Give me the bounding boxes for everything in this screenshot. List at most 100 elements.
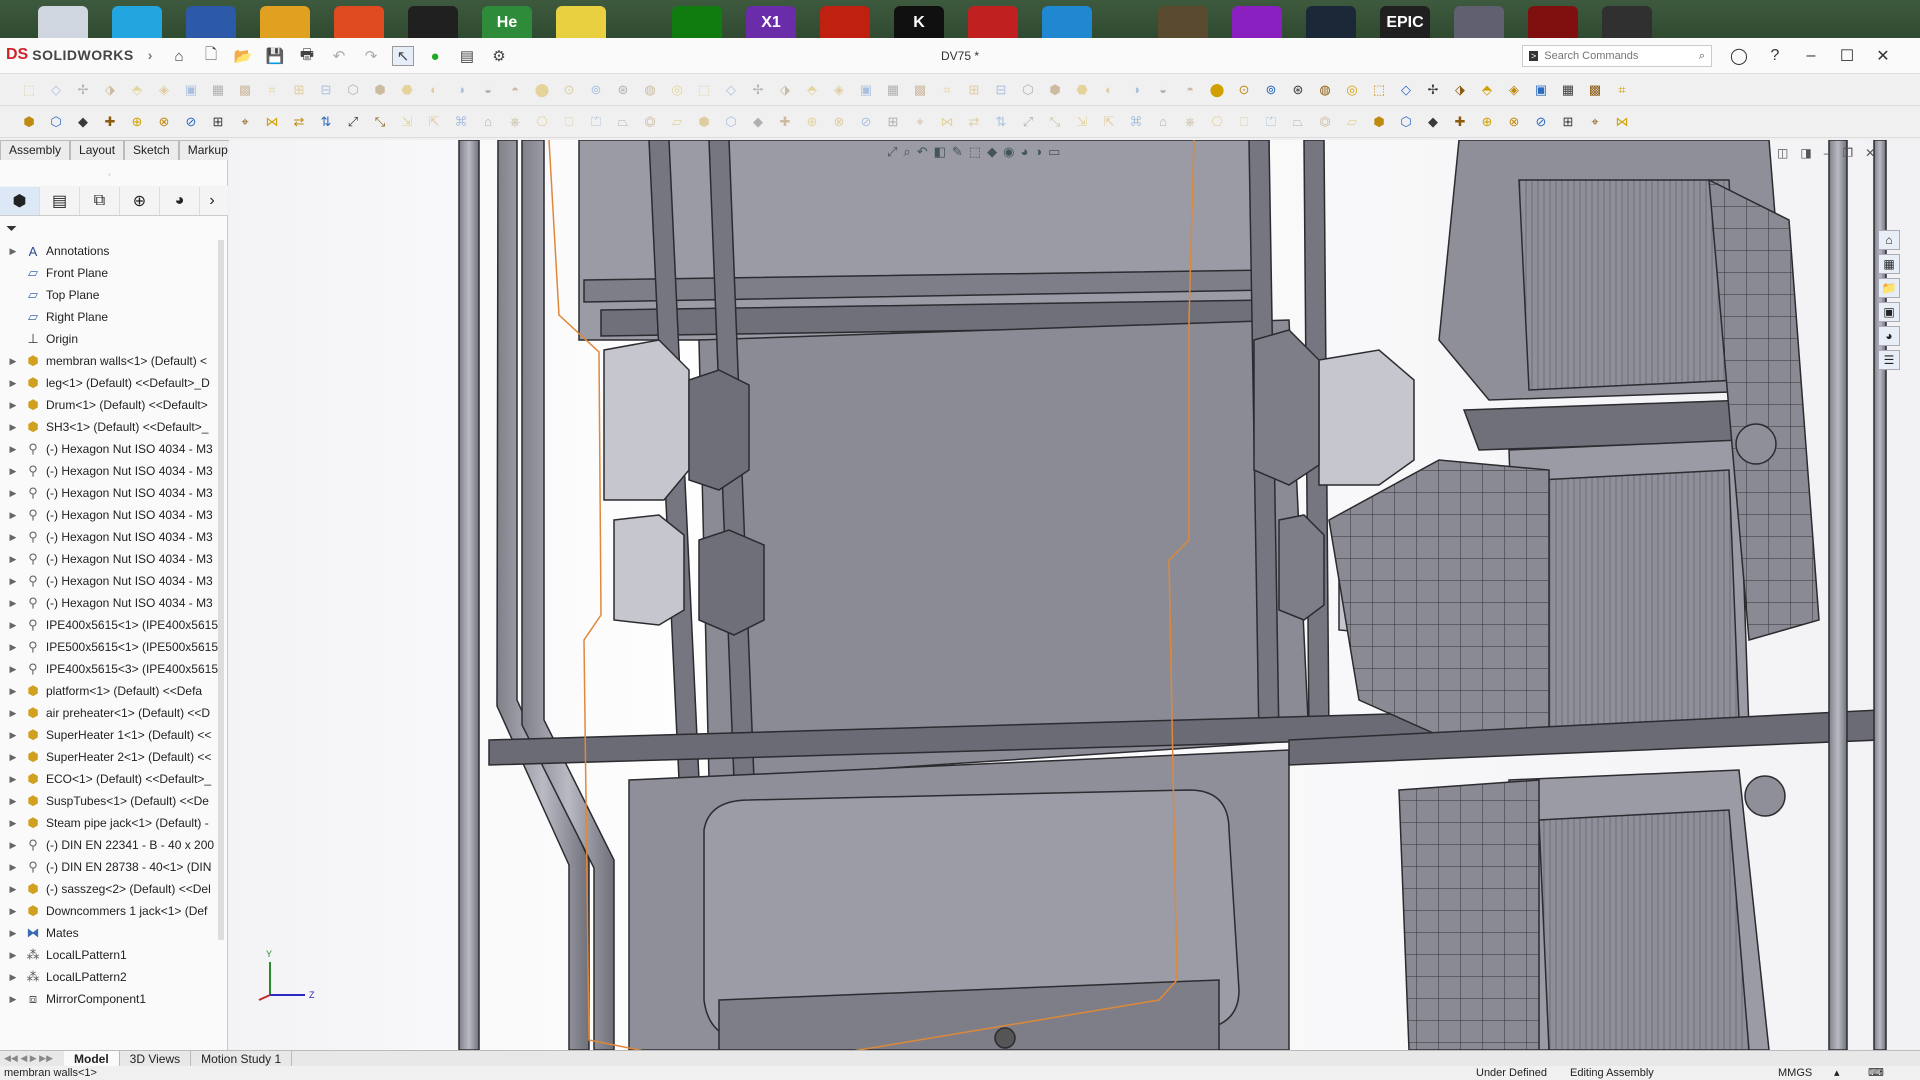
expand-arrow-icon[interactable]: ▶: [6, 730, 20, 741]
tab-layout[interactable]: Layout: [70, 140, 125, 160]
tree-node[interactable]: ▶ ⧈ MirrorComponent1: [0, 988, 222, 1010]
new-document-icon[interactable]: 🗋: [200, 46, 222, 66]
xbox-app-icon[interactable]: [672, 6, 722, 38]
he-app-icon[interactable]: He: [482, 6, 532, 38]
tree-node[interactable]: ▶ ⚲ IPE400x5615<1> (IPE400x5615): [0, 614, 223, 636]
solidworks-logo[interactable]: DS SOLIDWORKS ›: [6, 46, 152, 64]
expand-arrow-icon[interactable]: ▶: [6, 884, 20, 895]
tree-node[interactable]: ▶ ⬢ SH3<1> (Default) <<Default>_: [0, 416, 222, 438]
game-thumb-icon[interactable]: [1158, 6, 1208, 38]
expand-arrow-icon[interactable]: ▶: [6, 576, 20, 587]
floppy-app-icon[interactable]: [186, 6, 236, 38]
account-icon[interactable]: ◯: [1724, 44, 1754, 68]
tab-scroll-arrows[interactable]: ◀◀ ◀ ▶ ▶▶: [0, 1053, 64, 1064]
row2-tool-32-icon[interactable]: ⊘: [855, 111, 877, 133]
expand-arrow-icon[interactable]: ▶: [6, 752, 20, 763]
row2-tool-7-icon[interactable]: ⊘: [180, 111, 202, 133]
row2-tool-58-icon[interactable]: ⊞: [1557, 111, 1579, 133]
row1-tool-50-icon[interactable]: ◎: [1341, 79, 1363, 101]
row2-tool-13-icon[interactable]: ⤢: [342, 111, 364, 133]
game2-thumb-icon[interactable]: [1454, 6, 1504, 38]
row1-tool-10-icon[interactable]: ⌗: [261, 79, 283, 101]
tree-node[interactable]: ▱ Top Plane: [0, 284, 222, 306]
tree-node[interactable]: ▶ ⚲ (-) Hexagon Nut ISO 4034 - M3: [0, 460, 222, 482]
row2-tool-29-icon[interactable]: ✚: [774, 111, 796, 133]
tree-node[interactable]: ▱ Front Plane: [0, 262, 222, 284]
row2-tool-46-icon[interactable]: ⎕: [1233, 111, 1255, 133]
row1-tool-21-icon[interactable]: ⊙: [558, 79, 580, 101]
hide-show-items-icon[interactable]: ◉: [1003, 144, 1014, 160]
row2-tool-55-icon[interactable]: ⊕: [1476, 111, 1498, 133]
tree-node[interactable]: ▶ ⬢ leg<1> (Default) <<Default>_D: [0, 372, 222, 394]
row1-tool-37-icon[interactable]: ⊟: [990, 79, 1012, 101]
row1-tool-28-icon[interactable]: ✢: [747, 79, 769, 101]
row1-tool-9-icon[interactable]: ▩: [234, 79, 256, 101]
zoom-area-icon[interactable]: ⌕: [903, 144, 910, 160]
tree-node[interactable]: ▶ ⬢ platform<1> (Default) <<Defa: [0, 680, 222, 702]
row2-tool-47-icon[interactable]: ⏍: [1260, 111, 1282, 133]
print-icon[interactable]: 🖶: [296, 46, 318, 66]
expand-arrow-icon[interactable]: ▶: [6, 510, 20, 521]
row2-tool-50-icon[interactable]: ⏥: [1341, 111, 1363, 133]
row1-tool-32-icon[interactable]: ▣: [855, 79, 877, 101]
recycle-bin-icon[interactable]: [38, 6, 88, 38]
expand-arrow-icon[interactable]: ▶: [6, 774, 20, 785]
row2-tool-40-icon[interactable]: ⇲: [1071, 111, 1093, 133]
row2-tool-28-icon[interactable]: ◆: [747, 111, 769, 133]
row2-tool-12-icon[interactable]: ⇅: [315, 111, 337, 133]
expand-arrow-icon[interactable]: ▶: [6, 686, 20, 697]
row1-tool-55-icon[interactable]: ⬘: [1476, 79, 1498, 101]
row1-tool-59-icon[interactable]: ▩: [1584, 79, 1606, 101]
row2-tool-53-icon[interactable]: ◆: [1422, 111, 1444, 133]
tree-node[interactable]: ▶ ⧓ Mates: [0, 922, 222, 944]
row2-tool-36-icon[interactable]: ⇄: [963, 111, 985, 133]
row2-tool-44-icon[interactable]: ⎈: [1179, 111, 1201, 133]
row2-tool-30-icon[interactable]: ⊕: [801, 111, 823, 133]
row1-tool-14-icon[interactable]: ⬢: [369, 79, 391, 101]
row2-tool-1-icon[interactable]: ⬢: [18, 111, 40, 133]
expand-arrow-icon[interactable]: ▶: [6, 444, 20, 455]
save-icon[interactable]: 💾: [264, 46, 286, 66]
dimxpert-tab[interactable]: ⊕: [120, 186, 160, 215]
tree-node[interactable]: ▶ ⚲ (-) Hexagon Nut ISO 4034 - M3: [0, 548, 222, 570]
row2-tool-43-icon[interactable]: ⌂: [1152, 111, 1174, 133]
row2-tool-60-icon[interactable]: ⋈: [1611, 111, 1633, 133]
row1-tool-3-icon[interactable]: ✢: [72, 79, 94, 101]
row2-tool-8-icon[interactable]: ⊞: [207, 111, 229, 133]
expand-arrow-icon[interactable]: ▶: [6, 840, 20, 851]
monitor-app-icon[interactable]: [112, 6, 162, 38]
row2-tool-25-icon[interactable]: ⏥: [666, 111, 688, 133]
expand-arrow-icon[interactable]: ▶: [6, 488, 20, 499]
undo-icon[interactable]: ↶: [328, 46, 350, 66]
tree-node[interactable]: ▶ ⚲ (-) DIN EN 28738 - 40<1> (DIN: [0, 856, 222, 878]
row2-tool-2-icon[interactable]: ⬡: [45, 111, 67, 133]
tree-node[interactable]: ▶ ⚲ (-) Hexagon Nut ISO 4034 - M3: [0, 438, 222, 460]
row2-tool-52-icon[interactable]: ⬡: [1395, 111, 1417, 133]
search-commands-box[interactable]: > ⌕: [1522, 45, 1712, 67]
settings-app-icon[interactable]: [260, 6, 310, 38]
row2-tool-31-icon[interactable]: ⊗: [828, 111, 850, 133]
row2-tool-57-icon[interactable]: ⊘: [1530, 111, 1552, 133]
row2-tool-38-icon[interactable]: ⤢: [1017, 111, 1039, 133]
tree-node[interactable]: ▶ ⬢ Steam pipe jack<1> (Default) -: [0, 812, 222, 834]
row2-tool-18-icon[interactable]: ⌂: [477, 111, 499, 133]
expand-arrow-icon[interactable]: ▶: [6, 400, 20, 411]
row1-tool-19-icon[interactable]: ◓: [504, 79, 526, 101]
panel-grip[interactable]: ◦: [108, 170, 111, 179]
viewport-restore-button[interactable]: ❐: [1842, 146, 1853, 160]
row1-tool-36-icon[interactable]: ⊞: [963, 79, 985, 101]
row1-tool-11-icon[interactable]: ⊞: [288, 79, 310, 101]
row2-tool-15-icon[interactable]: ⇲: [396, 111, 418, 133]
row1-tool-58-icon[interactable]: ▦: [1557, 79, 1579, 101]
row1-tool-15-icon[interactable]: ⬣: [396, 79, 418, 101]
tab-3d-views[interactable]: 3D Views: [120, 1050, 192, 1067]
row1-tool-46-icon[interactable]: ⊙: [1233, 79, 1255, 101]
solidworks-resources-icon[interactable]: ⌂: [1878, 230, 1900, 250]
tree-node[interactable]: ▶ ⬢ ECO<1> (Default) <<Default>_: [0, 768, 222, 790]
tile-right-icon[interactable]: ◨: [1800, 146, 1811, 160]
epic-games-icon[interactable]: EPIC: [1380, 6, 1430, 38]
row2-tool-16-icon[interactable]: ⇱: [423, 111, 445, 133]
row2-tool-10-icon[interactable]: ⋈: [261, 111, 283, 133]
row1-tool-1-icon[interactable]: ⬚: [18, 79, 40, 101]
row1-tool-56-icon[interactable]: ◈: [1503, 79, 1525, 101]
